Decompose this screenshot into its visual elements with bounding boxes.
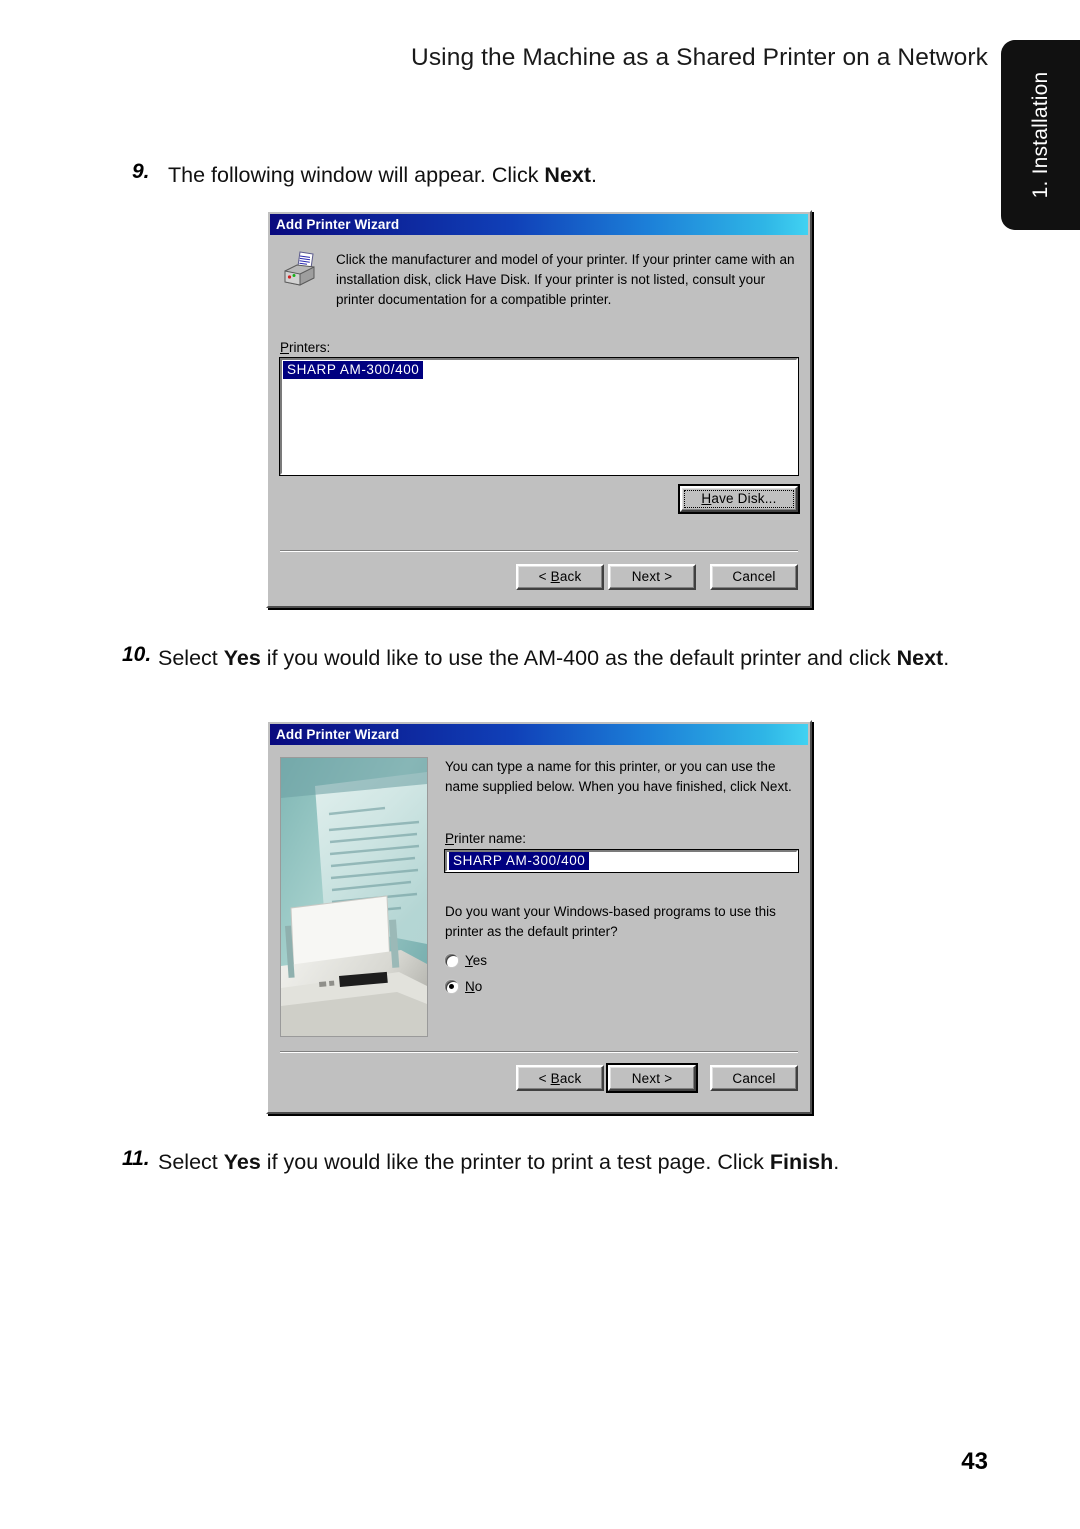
dialog-1-title: Add Printer Wizard xyxy=(276,217,400,232)
dialog-1-intro-text: Click the manufacturer and model of your… xyxy=(336,252,795,307)
step-9-text-after: . xyxy=(591,163,598,187)
printer-icon xyxy=(280,249,336,310)
dialog-1-titlebar[interactable]: Add Printer Wizard xyxy=(270,214,808,235)
radio-yes[interactable]: Yes xyxy=(445,953,798,968)
step-10-bold-yes: Yes xyxy=(223,646,261,670)
step-11-number: 11. xyxy=(122,1147,150,1170)
section-tab-label: 1. Installation xyxy=(1029,71,1052,199)
back-button[interactable]: < Back xyxy=(516,1065,604,1091)
step-10: 10. Select Yes if you would like to use … xyxy=(108,643,988,674)
dialog-2-intro-text: You can type a name for this printer, or… xyxy=(445,759,792,795)
step-9-number: 9. xyxy=(132,160,150,183)
default-printer-question: Do you want your Windows-based programs … xyxy=(445,903,776,939)
printers-label: Printers: xyxy=(280,339,331,355)
next-button[interactable]: Next > xyxy=(608,1065,696,1091)
step-11-bold-yes: Yes xyxy=(223,1150,261,1174)
dialog-2-content-row: You can type a name for this printer, or… xyxy=(280,745,799,1037)
cancel-button[interactable]: Cancel xyxy=(710,1065,798,1091)
step-11: 11. Select Yes if you would like the pri… xyxy=(108,1147,988,1178)
step-10-text-before: Select xyxy=(158,646,224,670)
step-10-text-mid: if you would like to use the AM-400 as t… xyxy=(260,646,897,670)
step-11-text-mid: if you would like the printer to print a… xyxy=(260,1150,770,1174)
back-button-label: < Back xyxy=(538,1070,582,1086)
button-gap xyxy=(696,1065,710,1091)
step-10-number: 10. xyxy=(122,643,152,666)
page-title: Using the Machine as a Shared Printer on… xyxy=(411,44,988,71)
add-printer-wizard-dialog-1[interactable]: Add Printer Wizard Click the manufacture… xyxy=(266,210,812,608)
radio-no[interactable]: No xyxy=(445,979,798,994)
dialog-1-intro-row: Click the manufacturer and model of your… xyxy=(280,235,798,310)
step-9-text-before: The following window will appear. Click xyxy=(168,163,545,187)
step-9-bold: Next xyxy=(544,163,592,187)
printer-name-input[interactable]: SHARP AM-300/400 xyxy=(444,848,799,873)
printer-name-value: SHARP AM-300/400 xyxy=(449,851,590,870)
have-disk-row: Have Disk... xyxy=(280,485,798,512)
step-11-bold-finish: Finish xyxy=(769,1150,834,1174)
next-button-label: Next > xyxy=(631,569,673,585)
step-11-text: Select Yes if you would like the printer… xyxy=(158,1147,839,1178)
page-number: 43 xyxy=(961,1448,988,1475)
step-9-text: The following window will appear. Click … xyxy=(168,160,597,191)
list-item[interactable]: SHARP AM-300/400 xyxy=(283,360,424,379)
button-gap xyxy=(696,564,710,590)
dialog-2-right-column: You can type a name for this printer, or… xyxy=(428,757,799,1037)
dialog-2-title: Add Printer Wizard xyxy=(276,727,400,742)
step-11-text-after: . xyxy=(833,1150,840,1174)
back-button-label: < Back xyxy=(538,569,582,585)
step-11-text-before: Select xyxy=(158,1150,224,1174)
step-10-bold-next: Next xyxy=(896,646,944,670)
back-button[interactable]: < Back xyxy=(516,563,604,590)
have-disk-button[interactable]: Have Disk... xyxy=(680,485,798,512)
dialog-1-footer: < Back Next > Cancel xyxy=(268,552,810,590)
cancel-button-label: Cancel xyxy=(732,1070,776,1086)
section-tab-installation: 1. Installation xyxy=(1002,40,1080,230)
radio-no-label: No xyxy=(465,979,483,994)
dialog-1-body: Click the manufacturer and model of your… xyxy=(268,235,810,512)
printer-photo xyxy=(280,757,428,1037)
cancel-button[interactable]: Cancel xyxy=(710,563,798,590)
focus-indicator xyxy=(684,489,794,508)
step-10-text: Select Yes if you would like to use the … xyxy=(158,643,949,674)
radio-yes-icon[interactable] xyxy=(445,954,458,967)
printer-name-label: Printer name: xyxy=(445,830,527,846)
add-printer-wizard-dialog-2[interactable]: Add Printer Wizard You can type a name f… xyxy=(266,720,812,1114)
next-button[interactable]: Next > xyxy=(608,563,696,590)
next-button-label: Next > xyxy=(631,1070,673,1086)
radio-yes-label: Yes xyxy=(465,953,488,968)
step-10-text-after: . xyxy=(943,646,950,670)
dialog-2-body: You can type a name for this printer, or… xyxy=(268,745,810,1037)
dialog-2-titlebar[interactable]: Add Printer Wizard xyxy=(270,724,808,745)
cancel-button-label: Cancel xyxy=(732,569,776,585)
radio-no-icon[interactable] xyxy=(445,980,458,993)
step-9: 9. The following window will appear. Cli… xyxy=(118,160,818,191)
dialog-2-footer: < Back Next > Cancel xyxy=(268,1053,810,1091)
printers-listbox[interactable]: SHARP AM-300/400 xyxy=(279,356,799,476)
